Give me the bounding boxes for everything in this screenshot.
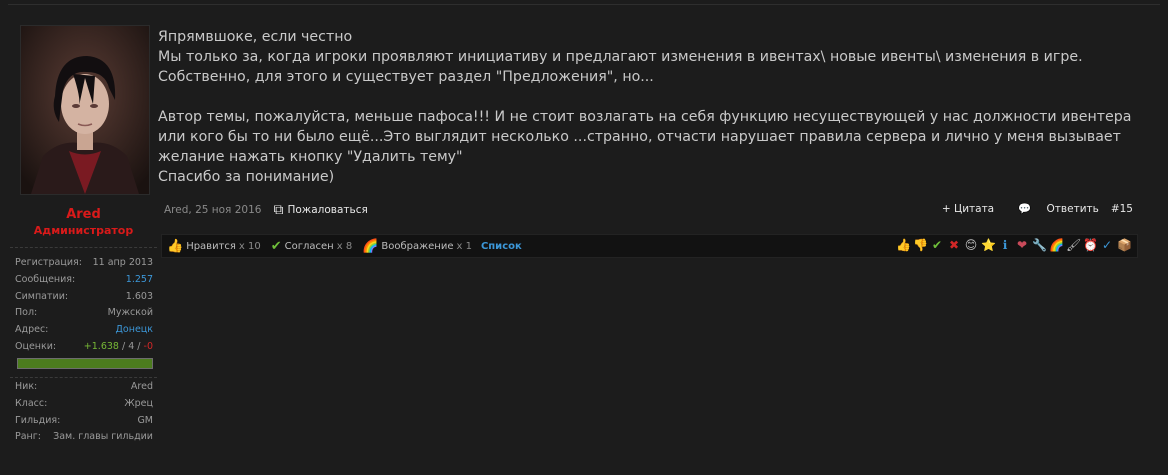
user-title: Администратор [33,224,134,237]
stat-label: Оценки: [15,340,57,352]
like-summary-like: 👍 Нравится x 10 [167,239,261,254]
like-label: Воображение [381,240,454,252]
check-react-icon[interactable]: ✔ [930,238,944,252]
likes-bar: 👍 Нравится x 10 ✔ Согласен x 8 🌈 Воображ… [161,234,1138,258]
stat-value: Мужской [107,307,153,319]
stat-value: 11 апр 2013 [92,257,153,268]
game-row-guild: Гильдия: GM [15,413,153,430]
game-row-rank: Ранг: Зам. главы гильдии [15,429,153,446]
stat-row-messages: Сообщения: 1.257 [15,272,153,289]
ratings-value: +1.638 / 4 / -0 [84,339,153,356]
author-date-link[interactable]: Ared, 25 ноя 2016 [164,204,261,216]
like-count: x 10 [238,240,261,252]
reply-icon: 💬 [1018,203,1032,215]
stat-label: Гильдия: [15,414,61,426]
stat-label: Класс: [15,397,48,409]
stat-label: Регистрация: [15,257,82,268]
like-label: Нравится [186,240,236,252]
ratings-negative: -0 [143,340,153,352]
stat-row-address: Адрес: Донецк [15,322,153,339]
stat-label: Ранг: [15,431,41,443]
stat-value: GM [137,414,153,426]
user-stats: Регистрация: 11 апр 2013 Сообщения: 1.25… [15,255,153,356]
messages-count-link[interactable]: 1.257 [126,272,153,289]
divider [10,377,157,378]
post-number-link[interactable]: #15 [1111,203,1133,215]
alarm-react-icon[interactable]: ⏰ [1083,238,1098,252]
stat-label: Адрес: [15,324,49,336]
stat-label: Симпатии: [15,290,69,302]
address-link[interactable]: Донецк [116,322,154,339]
checkmark-icon: ✔ [270,238,282,254]
reply-button[interactable]: 💬 Ответить [1006,202,1099,215]
brush-react-icon[interactable]: 🖌 [1066,238,1081,252]
info-react-icon[interactable]: ℹ [998,238,1012,252]
message-line: Спасибо за понимание) [158,169,335,185]
stat-label: Пол: [15,307,38,319]
message-line: Мы только за, когда игроки проявляют ини… [158,49,1088,85]
reply-label: Ответить [1046,203,1099,215]
like-count: x 1 [456,240,472,252]
stat-row-ratings: Оценки: +1.638 / 4 / -0 [15,339,153,356]
rating-bar-fill [18,359,152,368]
box-react-icon[interactable]: 📦 [1117,238,1132,252]
report-button[interactable]: ⧉ Пожаловаться [273,202,367,218]
message-meta: Ared, 25 ноя 2016 ⧉ Пожаловаться [164,202,368,218]
heart-react-icon[interactable]: ❤ [1015,238,1029,252]
quote-button[interactable]: + Цитата [942,203,994,215]
thumbs-down-react-icon[interactable]: 👎 [913,238,928,252]
rainbow-icon: 🌈 [362,238,379,254]
reaction-buttons: 👍 👎 ✔ ✖ 😊 ⭐ ℹ ❤ 🔧 🌈 🖌 ⏰ ✓ 📦 [893,238,1132,252]
game-row-nick: Ник: Ared [15,379,153,396]
star-react-icon[interactable]: ⭐ [981,238,996,252]
stat-row-likes: Симпатии: 1.603 [15,289,153,306]
rating-bar [17,358,153,369]
cross-react-icon[interactable]: ✖ [947,238,961,252]
divider [10,247,157,248]
message-line: Япрямвшоке, если честно [158,29,353,45]
thumbs-up-icon: 👍 [167,238,184,254]
report-icon: ⧉ [273,202,284,218]
like-summary-imagination: 🌈 Воображение x 1 [362,239,472,254]
top-divider [8,4,1160,5]
ratings-separator: / [118,340,129,352]
report-label: Пожаловаться [287,204,368,216]
thumbs-up-react-icon[interactable]: 👍 [896,238,911,252]
check-blue-react-icon[interactable]: ✓ [1100,238,1114,252]
ratings-positive: +1.638 [83,340,119,352]
stat-row-registration: Регистрация: 11 апр 2013 [15,255,153,272]
like-count: x 8 [336,240,353,252]
game-info: Ник: Ared Класс: Жрец Гильдия: GM Ранг: … [15,379,153,446]
ratings-separator: / [134,340,144,352]
like-label: Согласен [284,240,334,252]
like-summary-agree: ✔ Согласен x 8 [271,239,352,254]
likes-list-link[interactable]: Список [481,241,522,252]
stat-label: Ник: [15,381,38,392]
stat-value: Жрец [124,397,153,409]
message-body: Япрямвшоке, если честно Мы только за, ко… [158,27,1148,187]
smile-react-icon[interactable]: 😊 [964,238,978,252]
avatar[interactable] [20,25,150,195]
username[interactable]: Ared [8,207,159,222]
stat-value: Зам. главы гильдии [53,431,153,443]
stat-value: 1.603 [125,290,153,302]
stat-label: Сообщения: [15,273,76,285]
wrench-react-icon[interactable]: 🔧 [1032,238,1047,252]
message-line: Автор темы, пожалуйста, меньше пафоса!!!… [158,109,1136,165]
game-row-class: Класс: Жрец [15,396,153,413]
stat-row-gender: Пол: Мужской [15,305,153,322]
rainbow-react-icon[interactable]: 🌈 [1049,238,1064,252]
stat-value: Ared [130,381,153,392]
message-actions: + Цитата 💬 Ответить #15 [930,202,1133,216]
